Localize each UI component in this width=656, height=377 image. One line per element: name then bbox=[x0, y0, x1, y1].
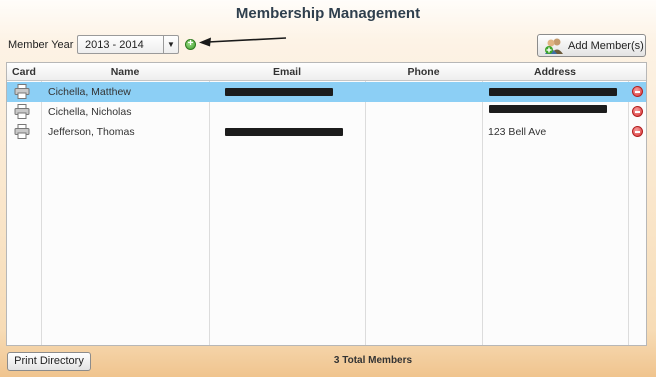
add-member-button[interactable]: Add Member(s) bbox=[537, 34, 646, 57]
member-year-label: Member Year bbox=[8, 39, 74, 51]
table-header: Card Name Email Phone Address bbox=[7, 63, 646, 81]
column-header-name[interactable]: Name bbox=[41, 66, 209, 78]
member-year-value: 2013 - 2014 bbox=[85, 39, 144, 51]
remove-member-icon[interactable] bbox=[632, 126, 643, 137]
email-redacted bbox=[225, 88, 333, 96]
address-redacted bbox=[489, 105, 607, 113]
members-table: Card Name Email Phone Address Cichella, … bbox=[6, 62, 647, 346]
printer-icon[interactable] bbox=[14, 124, 30, 139]
email-redacted bbox=[225, 128, 343, 136]
member-name: Cichella, Matthew bbox=[48, 86, 131, 98]
add-member-icon bbox=[544, 37, 564, 55]
add-member-label: Add Member(s) bbox=[568, 39, 644, 52]
table-row[interactable]: Cichella, Nicholas bbox=[7, 102, 646, 122]
page-title: Membership Management bbox=[235, 5, 421, 22]
add-year-icon[interactable]: + bbox=[185, 39, 196, 50]
column-header-phone[interactable]: Phone bbox=[365, 66, 482, 78]
column-header-card[interactable]: Card bbox=[7, 66, 41, 78]
remove-member-icon[interactable] bbox=[632, 106, 643, 117]
address-redacted bbox=[489, 88, 617, 96]
table-row[interactable]: Jefferson, Thomas 123 Bell Ave bbox=[7, 122, 646, 142]
member-address: 123 Bell Ave bbox=[488, 126, 547, 138]
chevron-down-icon[interactable]: ▼ bbox=[163, 36, 178, 53]
member-year-select[interactable]: 2013 - 2014 ▼ bbox=[77, 35, 179, 54]
member-name: Cichella, Nicholas bbox=[48, 106, 132, 118]
member-name: Jefferson, Thomas bbox=[48, 126, 135, 138]
printer-icon[interactable] bbox=[14, 104, 30, 119]
arrow-left-icon bbox=[199, 37, 287, 47]
column-header-email[interactable]: Email bbox=[209, 66, 365, 78]
printer-icon[interactable] bbox=[14, 84, 30, 99]
total-members-count: 3 Total Members bbox=[333, 355, 413, 366]
remove-member-icon[interactable] bbox=[632, 86, 643, 97]
table-row[interactable]: Cichella, Matthew bbox=[7, 82, 646, 102]
column-header-address[interactable]: Address bbox=[482, 66, 628, 78]
